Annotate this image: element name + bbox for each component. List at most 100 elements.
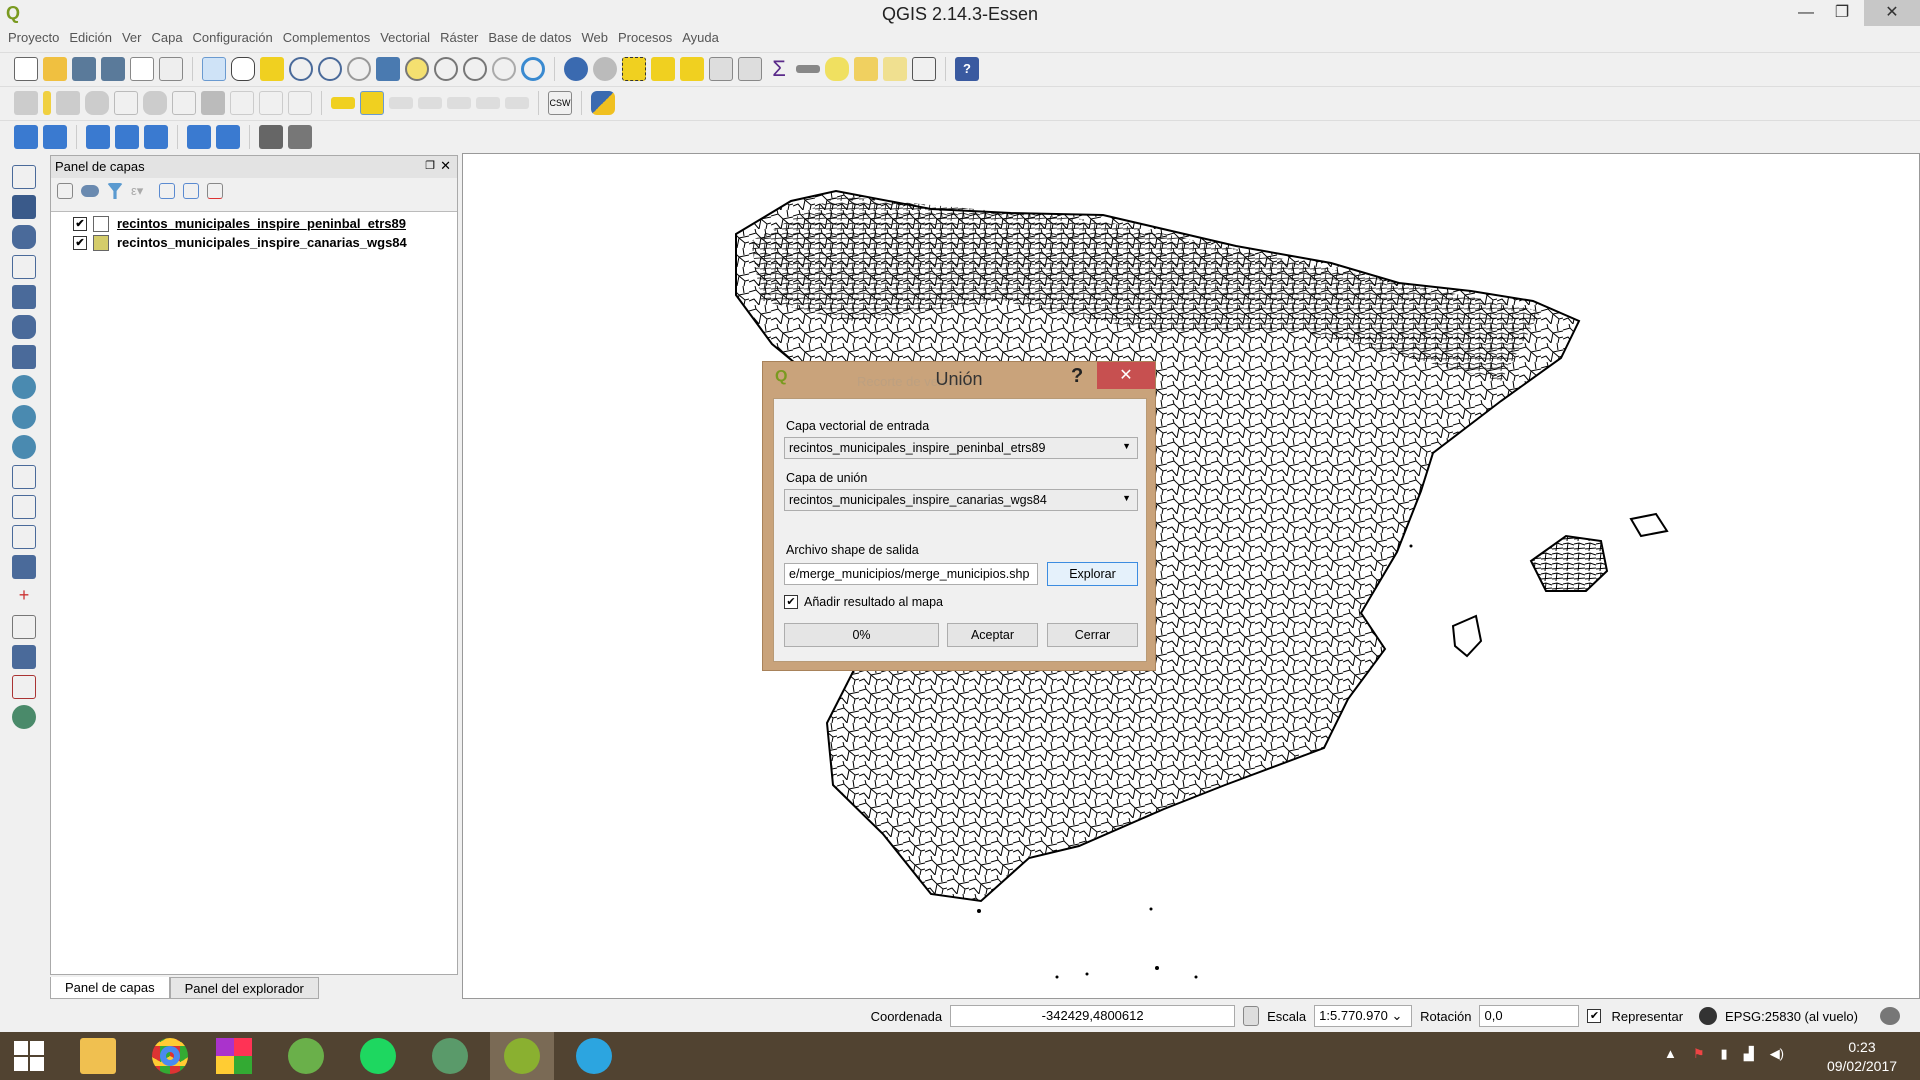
add-vector-layer-icon[interactable] <box>12 165 36 189</box>
menu-procesos[interactable]: Procesos <box>618 30 682 50</box>
add-to-map-option[interactable]: ✔ Añadir resultado al mapa <box>784 595 943 609</box>
help-icon[interactable]: ? <box>955 56 979 81</box>
metadata-import-icon[interactable] <box>14 124 38 149</box>
processing-icon[interactable] <box>12 705 36 729</box>
add-delimited-text-icon[interactable] <box>12 465 36 489</box>
gps-icon[interactable] <box>12 615 36 639</box>
menu-web[interactable]: Web <box>582 30 619 50</box>
taskbar-telegram[interactable] <box>562 1032 626 1080</box>
metadata-validate-icon[interactable] <box>144 124 168 149</box>
new-project-icon[interactable] <box>14 56 38 81</box>
map-tips-icon[interactable] <box>825 56 849 81</box>
layer-name[interactable]: recintos_municipales_inspire_canarias_wg… <box>117 235 407 250</box>
zoom-full-icon[interactable] <box>376 56 400 81</box>
taskbar-qgis[interactable] <box>490 1032 554 1080</box>
add-wms-layer-icon[interactable] <box>12 375 36 399</box>
paste-icon[interactable] <box>288 90 312 115</box>
add-feature-icon[interactable] <box>85 90 109 115</box>
node-tool-icon[interactable] <box>114 90 138 115</box>
deselect-icon[interactable] <box>680 56 704 81</box>
manage-visibility-icon[interactable] <box>81 185 99 197</box>
tab-panel-del-explorador[interactable]: Panel del explorador <box>169 977 319 999</box>
map-canvas[interactable] <box>462 153 1920 999</box>
label-icon[interactable] <box>331 96 355 109</box>
layer-item[interactable]: ✔ recintos_municipales_inspire_peninbal_… <box>51 214 457 233</box>
save-edits-icon[interactable] <box>56 90 80 115</box>
crs-status[interactable]: EPSG:25830 (al vuelo) <box>1725 1009 1858 1024</box>
maximize-button[interactable]: ❐ <box>1820 0 1864 26</box>
csw-icon[interactable]: CSW <box>548 90 572 115</box>
metadata-view-icon[interactable] <box>86 124 110 149</box>
menu-ayuda[interactable]: Ayuda <box>682 30 729 50</box>
zoom-actual-icon[interactable] <box>347 56 371 81</box>
taskbar-spotify[interactable] <box>346 1032 410 1080</box>
statistics-sigma-icon[interactable]: Σ <box>767 56 791 81</box>
measure-icon[interactable] <box>796 64 820 73</box>
add-wfs-layer-icon[interactable] <box>12 435 36 459</box>
zoom-next-icon[interactable] <box>492 56 516 81</box>
volume-icon[interactable]: ◀) <box>1770 1046 1784 1062</box>
add-wcs-layer-icon[interactable] <box>12 405 36 429</box>
current-edits-icon[interactable] <box>14 90 38 115</box>
float-panel-icon[interactable]: ❐ <box>425 159 435 172</box>
save-project-icon[interactable] <box>72 56 96 81</box>
node-tool-2-icon[interactable] <box>172 90 196 115</box>
new-shapefile-icon[interactable] <box>12 525 36 549</box>
usgs-icon[interactable] <box>259 124 283 149</box>
crosshair-icon[interactable]: + <box>12 585 36 609</box>
toggle-editing-icon[interactable] <box>43 90 51 115</box>
tab-panel-de-capas[interactable]: Panel de capas <box>50 977 170 999</box>
zoom-out-icon[interactable] <box>318 56 342 81</box>
attribute-table-icon[interactable] <box>709 56 733 81</box>
new-temporary-layer-icon[interactable] <box>12 555 36 579</box>
show-hide-label-icon[interactable] <box>389 96 413 109</box>
menu-ver[interactable]: Ver <box>122 30 152 50</box>
output-file-input[interactable]: e/merge_municipios/merge_municipios.shp <box>784 563 1038 585</box>
move-label-icon[interactable] <box>447 96 471 109</box>
menu-edicion[interactable]: Edición <box>69 30 122 50</box>
close-panel-icon[interactable]: ✕ <box>440 158 451 174</box>
taskbar-atom[interactable] <box>418 1032 482 1080</box>
add-mssql-layer-icon[interactable] <box>12 285 36 309</box>
metadata-edit-icon[interactable] <box>115 124 139 149</box>
zoom-last-icon[interactable] <box>463 56 487 81</box>
menu-configuracion[interactable]: Configuración <box>193 30 283 50</box>
filter-expression-icon[interactable]: ε▾ <box>131 183 151 199</box>
zoom-layer-icon[interactable] <box>434 56 458 81</box>
new-bookmark-icon[interactable] <box>854 56 878 81</box>
layer-visibility-checkbox[interactable]: ✔ <box>73 216 87 231</box>
add-virtual-layer-icon[interactable] <box>12 495 36 519</box>
move-feature-icon[interactable] <box>143 90 167 115</box>
metadata-export-icon[interactable] <box>43 124 67 149</box>
input-layer-select[interactable]: recintos_municipales_inspire_peninbal_et… <box>784 437 1138 459</box>
metadata-settings-icon[interactable] <box>216 124 240 149</box>
help-button[interactable]: ? <box>1071 365 1083 388</box>
run-action-icon[interactable] <box>593 56 617 81</box>
menu-vectorial[interactable]: Vectorial <box>380 30 440 50</box>
layer-visibility-checkbox[interactable]: ✔ <box>73 235 87 250</box>
select-expression-icon[interactable] <box>651 56 675 81</box>
menu-base-de-datos[interactable]: Base de datos <box>488 30 581 50</box>
pin-label-icon[interactable] <box>360 90 384 115</box>
network-signal-icon[interactable]: ▟ <box>1744 1046 1754 1062</box>
battery-icon[interactable]: ▮ <box>1721 1046 1728 1062</box>
refresh-icon[interactable] <box>521 56 545 81</box>
touch-tool-icon[interactable] <box>202 56 226 81</box>
add-db2-layer-icon[interactable] <box>12 345 36 369</box>
add-oracle-layer-icon[interactable] <box>12 315 36 339</box>
crs-globe-icon[interactable] <box>1699 1007 1718 1025</box>
rotate-label-icon[interactable] <box>476 96 500 109</box>
start-button[interactable] <box>0 1032 58 1080</box>
remove-layer-icon[interactable] <box>207 183 223 199</box>
render-checkbox[interactable]: ✔ <box>1587 1009 1602 1023</box>
copy-icon[interactable] <box>259 90 283 115</box>
show-bookmarks-icon[interactable] <box>883 56 907 81</box>
menu-proyecto[interactable]: Proyecto <box>8 30 69 50</box>
open-project-icon[interactable] <box>43 56 67 81</box>
menu-capa[interactable]: Capa <box>151 30 192 50</box>
taskbar-explorer[interactable] <box>66 1032 130 1080</box>
show-hidden-icons[interactable]: ▲ <box>1664 1046 1677 1062</box>
filter-legend-icon[interactable] <box>107 183 123 199</box>
usgs-2-icon[interactable] <box>288 124 312 149</box>
pan-to-selection-icon[interactable] <box>260 56 284 81</box>
